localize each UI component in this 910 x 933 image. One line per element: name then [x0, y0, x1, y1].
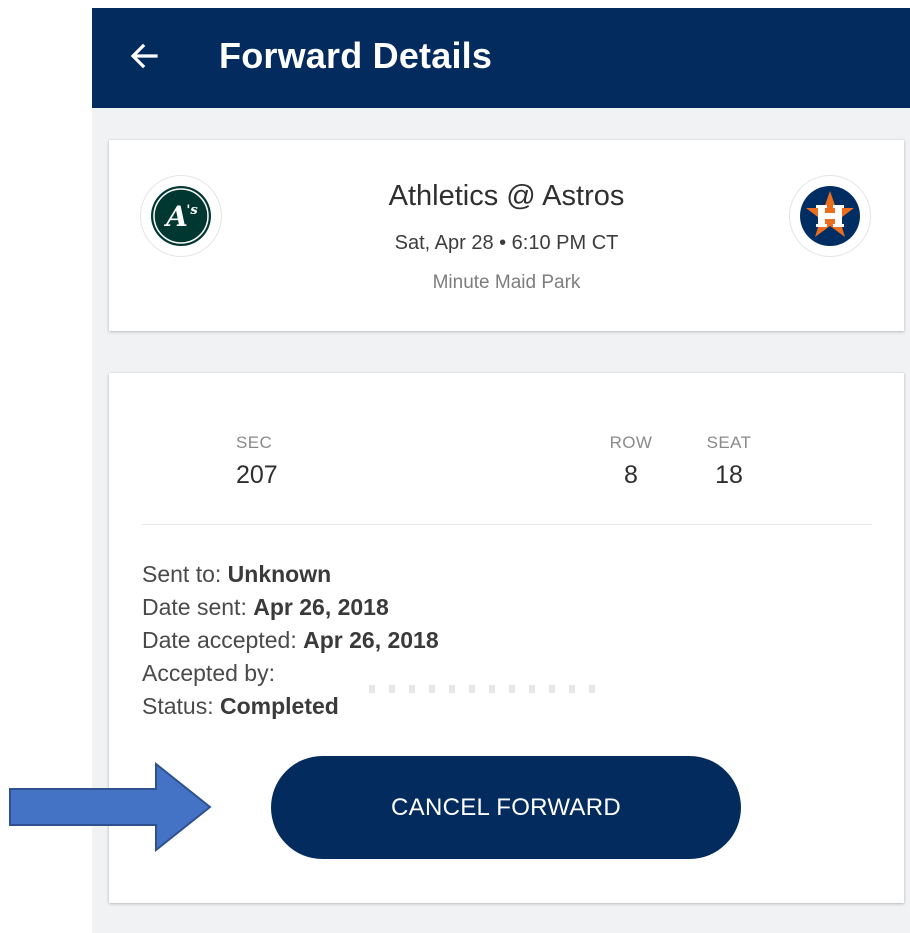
- page-title: Forward Details: [219, 35, 493, 76]
- seat-label: SEAT: [706, 433, 752, 452]
- status-value: Completed: [219, 693, 339, 719]
- date-sent-label: Date sent:: [142, 594, 254, 620]
- status-label: Status:: [142, 693, 220, 719]
- forward-info: Sent to: Unknown Date sent: Apr 26, 2018…: [142, 558, 439, 723]
- back-button[interactable]: [120, 32, 168, 80]
- app-bar: Forward Details: [92, 8, 910, 108]
- arrow-left-icon: [130, 43, 158, 69]
- venue-name: Minute Maid Park: [432, 272, 581, 293]
- astros-logo: [789, 175, 871, 257]
- game-datetime: Sat, Apr 28 • 6:10 PM CT: [394, 232, 619, 254]
- matchup-title: Athletics @ Astros: [388, 180, 625, 212]
- divider: [142, 524, 872, 525]
- sec-label: SEC: [236, 433, 273, 452]
- cancel-forward-button[interactable]: CANCEL FORWARD: [271, 756, 741, 859]
- date-accepted-label: Date accepted:: [142, 627, 304, 653]
- sent-to-line: Sent to: Unknown: [142, 558, 439, 591]
- app-screen: Forward Details A 's Athletics @ Astros …: [92, 8, 910, 933]
- seat-value: 18: [715, 461, 743, 489]
- sent-to-label: Sent to:: [142, 561, 228, 587]
- arrow-right-annotation-icon: [9, 762, 212, 852]
- date-sent-line: Date sent: Apr 26, 2018: [142, 591, 439, 624]
- sec-value: 207: [236, 461, 278, 489]
- row-label: ROW: [609, 433, 653, 452]
- status-line: Status: Completed: [142, 690, 439, 723]
- game-card: A 's Athletics @ Astros Sat, Apr 28 • 6:…: [109, 140, 904, 331]
- date-sent-value: Apr 26, 2018: [253, 594, 389, 620]
- astros-logo-icon: [800, 186, 860, 246]
- row-value: 8: [624, 461, 638, 489]
- redacted-accepted-by: [369, 685, 599, 693]
- sent-to-value: Unknown: [227, 561, 332, 587]
- date-accepted-line: Date accepted: Apr 26, 2018: [142, 624, 439, 657]
- ticket-card: SEC 207 ROW 8 SEAT 18 Sent to: Unknown D…: [109, 373, 904, 903]
- accepted-by-label: Accepted by:: [142, 660, 275, 686]
- date-accepted-value: Apr 26, 2018: [303, 627, 439, 653]
